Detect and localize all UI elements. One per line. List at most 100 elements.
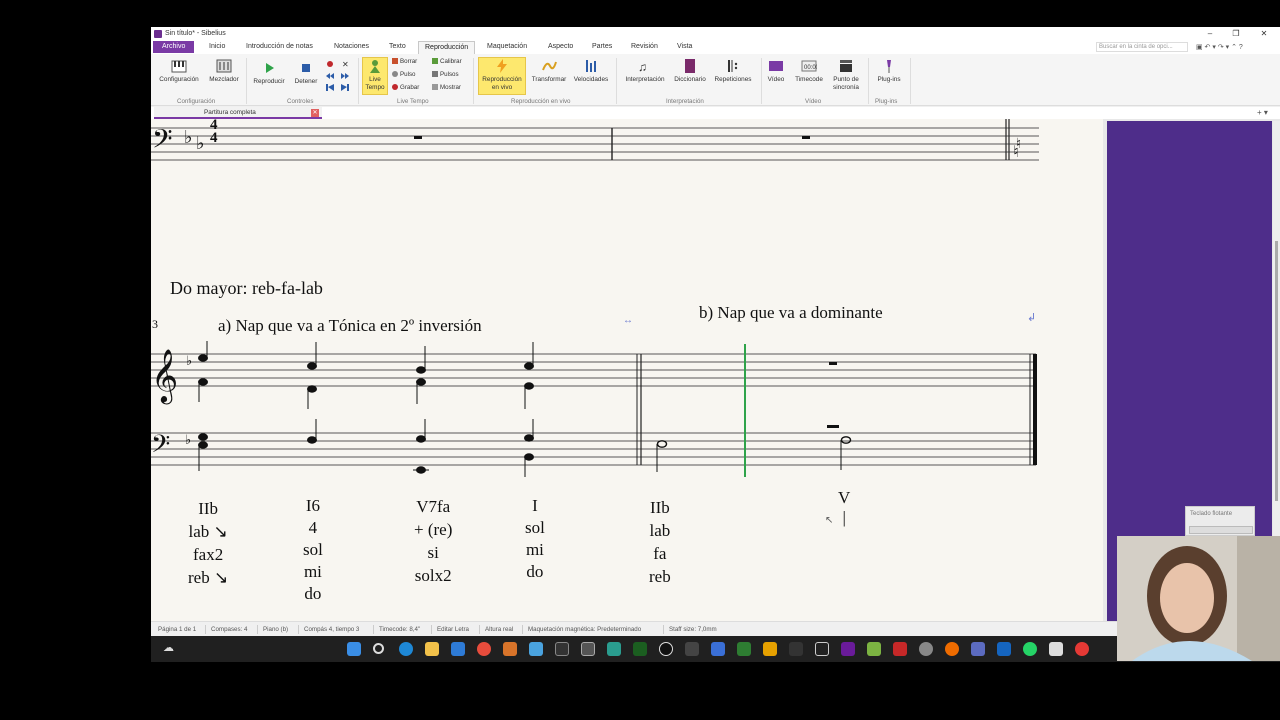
tab-maquetacion[interactable]: Maquetación [483,43,531,50]
keyboard-toolbar-icons[interactable] [1189,526,1253,534]
scrollbar-thumb[interactable] [1275,241,1278,501]
calibrar-button[interactable]: Calibrar [432,58,462,65]
analysis-col-4: I sol mi do [525,495,545,583]
app-icon[interactable] [503,642,517,656]
whatsapp-icon[interactable] [1023,642,1037,656]
transformar-button[interactable]: Transformar [529,58,569,84]
app-icon[interactable] [997,642,1011,656]
mezclador-button[interactable]: Mezclador [205,58,243,84]
analysis-text: IIb [649,498,670,517]
video-label: Vídeo [767,76,785,83]
score-paper[interactable]: 𝄢 ♭ ♭ ♮ ♮ 𝄞 𝄢 ♭ ♭ ↔ ↲ Do mayor: reb-fa-l… [151,119,1103,621]
detener-label: Detener [294,78,318,85]
mail-icon[interactable] [451,642,465,656]
app-icon[interactable] [633,642,647,656]
tab-options-icons[interactable]: + ▾ [1257,108,1268,117]
repeticiones-button[interactable]: Repeticiones [712,58,754,84]
teams-icon[interactable] [971,642,985,656]
analysis-col-1: IIb lab ↘ fax2 reb ↘ [188,497,228,589]
minimize-button[interactable]: – [1201,29,1219,38]
analysis-text: mi [525,540,544,559]
tab-revision[interactable]: Revisión [627,43,662,50]
interpretacion-button[interactable]: ♫ Interpretación [621,58,669,84]
plug-icon [887,60,891,73]
bass-staff [151,432,1036,466]
return-icon: ↲ [1027,312,1036,324]
live-tempo-button[interactable]: Live Tempo [362,57,388,95]
app-icon[interactable] [659,642,673,656]
tab-vista[interactable]: Vista [673,43,696,50]
detener-button[interactable]: Detener [289,60,323,86]
app-icon[interactable] [1049,642,1063,656]
configuracion-label: Configuración [159,76,199,83]
velocidades-button[interactable]: Velocidades [571,58,611,84]
app-icon[interactable] [685,642,699,656]
chrome-icon[interactable] [477,642,491,656]
treble-clef-icon: 𝄞 [151,348,178,404]
app-icon[interactable] [893,642,907,656]
app-icon[interactable] [815,642,829,656]
app-icon[interactable] [763,642,777,656]
app-icon[interactable] [789,642,803,656]
app-icon[interactable] [607,642,621,656]
tab-introduccion-notas[interactable]: Introducción de notas [242,43,317,50]
half-note [656,440,668,472]
app-icon[interactable] [1075,642,1089,656]
whole-rest [829,362,837,365]
bass-clef-icon: 𝄢 [151,430,170,465]
tab-reproduccion[interactable]: Reproducción [418,41,476,54]
app-icon[interactable] [919,642,933,656]
weather-icon[interactable]: ☁ [163,641,181,655]
diccionario-button[interactable]: Diccionario [670,58,710,84]
app-icon[interactable] [529,642,543,656]
notes-app-icon[interactable] [711,642,725,656]
firefox-icon[interactable] [945,642,959,656]
analysis-text: fa [653,544,667,563]
close-tab-icon[interactable]: ✕ [311,109,319,117]
video-icon [769,61,783,71]
app-icon[interactable] [841,642,855,656]
pulsos-button[interactable]: Pulsos [432,71,459,78]
mostrar-button[interactable]: Mostrar [432,84,461,91]
score-notation: 𝄢 ♭ ♭ ♮ ♮ 𝄞 𝄢 ♭ ♭ ↔ ↲ [151,119,1039,477]
group-label-reproduccion-en-vivo: Reproducción en vivo [511,98,571,105]
document-tab[interactable]: Partitura completa ✕ [154,107,322,119]
analysis-text: 4 [308,518,318,537]
pulso-button[interactable]: Pulso [392,71,415,78]
status-bar: Página 1 de 1 Compases: 4 Piano (b) Comp… [151,621,1280,636]
close-button[interactable]: ✕ [1255,29,1273,38]
transport-icons[interactable]: ✕ [325,59,351,93]
edge-icon[interactable] [399,642,413,656]
video-button[interactable]: Vídeo [763,58,789,84]
presenter-video [1117,536,1280,661]
search-icon[interactable] [373,643,384,654]
sibelius-taskbar-icon[interactable] [581,642,595,656]
punto-de-sincronia-button[interactable]: Punto de sincronía [828,58,864,92]
reproducir-button[interactable]: Reproducir [251,60,287,86]
restore-button[interactable]: ❐ [1227,29,1245,38]
tab-partes[interactable]: Partes [588,43,616,50]
tab-inicio[interactable]: Inicio [205,43,229,50]
plugins-button[interactable]: Plug-ins [872,58,906,84]
calibrate-icon [432,58,438,64]
borrar-button[interactable]: Borrar [392,58,417,65]
reproduccion-en-vivo-button[interactable]: Reproducción en vivo [478,57,526,95]
quick-access-icons[interactable]: ▣ ↶ ▾ ↷ ▾ ⌃ ? [1196,43,1243,51]
group-separator [246,58,247,104]
timecode-button[interactable]: 00:00 Timecode [791,58,827,84]
tab-notaciones[interactable]: Notaciones [330,43,373,50]
tab-aspecto[interactable]: Aspecto [544,43,577,50]
ribbon-search-input[interactable]: Buscar en la cinta de opci... [1096,42,1188,52]
app-icon[interactable] [555,642,569,656]
app-icon[interactable] [867,642,881,656]
tab-texto[interactable]: Texto [385,43,410,50]
status-timecode: Timecode: 8,4" [379,626,421,633]
security-icon[interactable] [737,642,751,656]
windows-start-icon[interactable] [347,642,361,656]
floating-keyboard-panel[interactable]: Teclado flotante [1185,506,1255,536]
file-explorer-icon[interactable] [425,642,439,656]
grabar-button[interactable]: Grabar [392,84,419,91]
tab-archivo[interactable]: Archivo [153,41,195,53]
configuracion-button[interactable]: Configuración [156,58,202,84]
analysis-text: + (re) [414,520,453,539]
